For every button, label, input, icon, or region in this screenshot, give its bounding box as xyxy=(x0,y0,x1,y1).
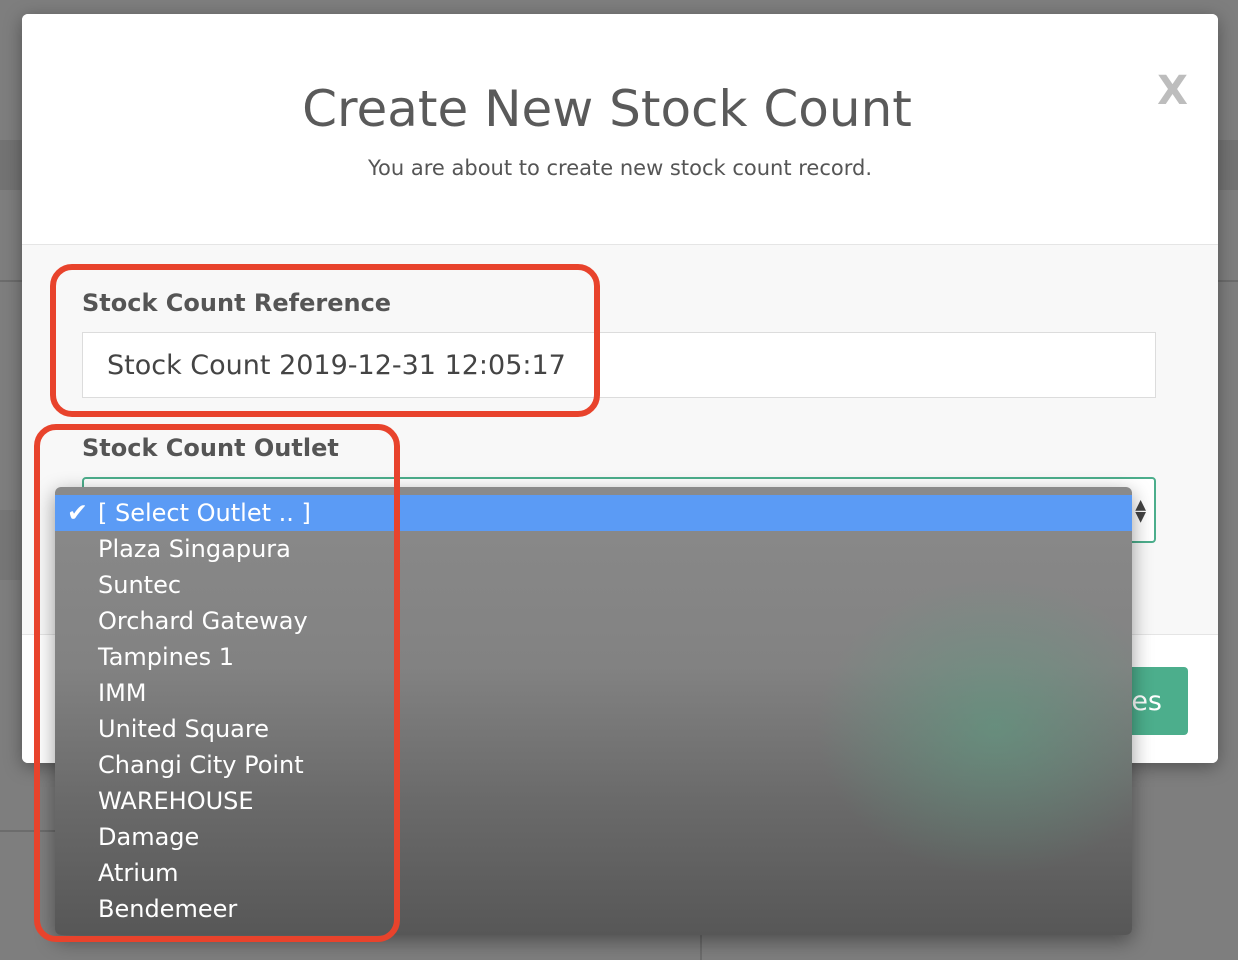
outlet-option-label: Plaza Singapura xyxy=(98,535,291,563)
outlet-option-label: Orchard Gateway xyxy=(98,607,308,635)
outlet-option-label: United Square xyxy=(98,715,269,743)
outlet-dropdown-menu: ✔ [ Select Outlet .. ] Plaza Singapura Sunt… xyxy=(55,487,1132,935)
outlet-option[interactable]: Changi City Point xyxy=(55,747,1132,783)
outlet-option[interactable]: Orchard Gateway xyxy=(55,603,1132,639)
outlet-option[interactable]: Suntec xyxy=(55,567,1132,603)
outlet-option[interactable]: Damage xyxy=(55,819,1132,855)
outlet-option-label: Atrium xyxy=(98,859,179,887)
reference-label: Stock Count Reference xyxy=(82,289,392,317)
outlet-options-list: ✔ [ Select Outlet .. ] Plaza Singapura Sunt… xyxy=(55,495,1132,927)
outlet-option-label: [ Select Outlet .. ] xyxy=(98,499,311,527)
background-divider xyxy=(0,280,22,282)
reference-input[interactable] xyxy=(82,332,1156,398)
outlet-option[interactable]: Bendemeer xyxy=(55,891,1132,927)
outlet-option-label: Changi City Point xyxy=(98,751,304,779)
outlet-option-label: IMM xyxy=(98,679,147,707)
outlet-option-label: WAREHOUSE xyxy=(98,787,254,815)
modal-title: Create New Stock Count xyxy=(302,80,912,138)
outlet-option[interactable]: Atrium xyxy=(55,855,1132,891)
outlet-option-label: Tampines 1 xyxy=(98,643,235,671)
outlet-option[interactable]: IMM xyxy=(55,675,1132,711)
outlet-option[interactable]: WAREHOUSE xyxy=(55,783,1132,819)
outlet-label: Stock Count Outlet xyxy=(82,434,339,462)
outlet-option[interactable]: ✔ [ Select Outlet .. ] xyxy=(55,495,1132,531)
outlet-option[interactable]: Tampines 1 xyxy=(55,639,1132,675)
check-icon: ✔ xyxy=(67,498,88,527)
outlet-option[interactable]: United Square xyxy=(55,711,1132,747)
background-divider xyxy=(1218,280,1238,282)
background-divider xyxy=(0,510,22,580)
outlet-option-label: Damage xyxy=(98,823,200,851)
background-divider xyxy=(0,830,60,832)
modal-header: X Create New Stock Count You are about t… xyxy=(22,14,1218,245)
background-divider xyxy=(700,935,702,960)
outlet-option[interactable]: Plaza Singapura xyxy=(55,531,1132,567)
outlet-option-label: Bendemeer xyxy=(98,895,238,923)
outlet-option-label: Suntec xyxy=(98,571,182,599)
chevron-updown-icon: ▲ ▼ xyxy=(1135,497,1146,525)
modal-subtitle: You are about to create new stock count … xyxy=(367,156,873,180)
